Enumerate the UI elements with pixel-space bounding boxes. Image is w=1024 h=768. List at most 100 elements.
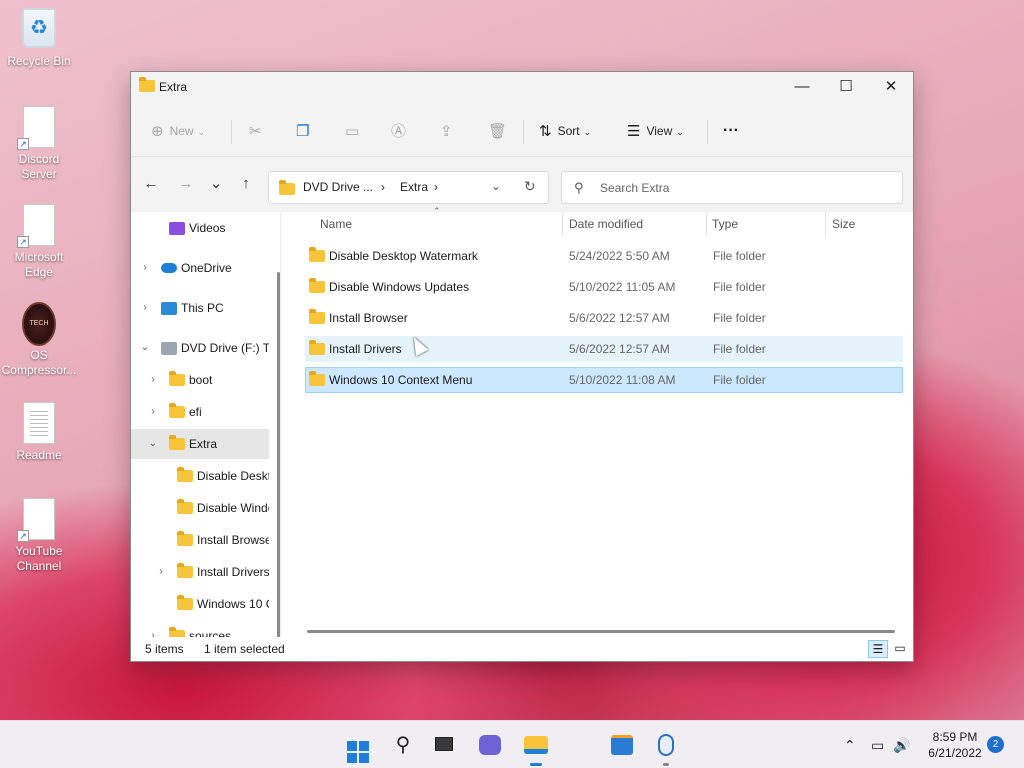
file-name: Install Browser xyxy=(329,311,408,325)
folder-icon xyxy=(169,435,185,450)
details-view-icon[interactable]: ☰ xyxy=(868,640,888,658)
nav-item-windows-10-context-menu[interactable]: Windows 10 Context Menu xyxy=(131,589,269,619)
nav-item-disable-desktop-watermark[interactable]: Disable Desktop Watermark xyxy=(131,461,269,491)
address-history-dropdown[interactable]: ⌄ xyxy=(491,179,501,193)
column-header-date[interactable]: Date modified xyxy=(569,212,643,236)
folder-icon xyxy=(309,371,325,386)
nav-item-videos[interactable]: Videos xyxy=(131,213,269,243)
network-icon[interactable]: ▭ xyxy=(871,721,884,768)
nav-item-dvd-drive[interactable]: ⌄ DVD Drive (F:) Tiny xyxy=(131,333,269,363)
file-row[interactable]: Disable Desktop Watermark 5/24/2022 5:50… xyxy=(305,243,903,269)
search-icon: ⚲ xyxy=(574,180,584,195)
refresh-button[interactable]: ↻ xyxy=(524,178,536,195)
file-row[interactable]: Windows 10 Context Menu 5/10/2022 11:08 … xyxy=(305,367,903,393)
monitor-icon xyxy=(161,302,177,315)
desktop-icon-discord-server[interactable]: ↗ Discord Server xyxy=(0,106,78,182)
rename-button[interactable]: Ⓐ xyxy=(391,116,412,146)
breadcrumb-separator[interactable]: › xyxy=(434,180,438,194)
desktop-icon-readme[interactable]: Readme xyxy=(0,402,78,463)
chevron-right-icon: › xyxy=(143,262,147,273)
chevron-right-icon: › xyxy=(143,302,147,313)
desktop-icon-label: Discord Server xyxy=(18,152,60,181)
app-taskbar-button[interactable] xyxy=(652,731,680,766)
desktop-icon-microsoft-edge[interactable]: ↗ Microsoft Edge xyxy=(0,204,78,280)
delete-button[interactable]: 🗑 xyxy=(488,116,513,146)
file-type: File folder xyxy=(713,342,766,356)
nav-item-efi[interactable]: › efi xyxy=(131,397,269,427)
folder-icon xyxy=(309,340,325,355)
breadcrumb-separator[interactable]: › xyxy=(381,180,385,194)
file-row[interactable]: Install Browser 5/6/2022 12:57 AM File f… xyxy=(305,305,903,331)
clock-date: 6/21/2022 xyxy=(928,746,982,760)
nav-item-boot[interactable]: › boot xyxy=(131,365,269,395)
recent-locations-button[interactable]: ⌄ xyxy=(204,171,228,197)
mouse-app-icon xyxy=(658,734,674,756)
nav-item-install-drivers[interactable]: › Install Drivers xyxy=(131,557,269,587)
chevron-down-icon: ⌄ xyxy=(197,127,206,137)
back-button[interactable]: ← xyxy=(139,171,163,197)
search-input[interactable] xyxy=(600,179,890,197)
chat-button[interactable] xyxy=(476,731,504,759)
cut-button[interactable]: ✂ xyxy=(249,116,268,146)
selection-count: 1 item selected xyxy=(204,642,285,656)
breadcrumb-dvd-drive[interactable]: DVD Drive ... xyxy=(303,180,373,194)
large-icons-view-icon[interactable]: ▭ xyxy=(890,640,910,658)
file-explorer-window: Extra — ☐ ✕ ⊕ New ⌄ ✂ ❐ ▭ Ⓐ ⇪ 🗑 ⇅ Sort ⌄ ☰ Vi… xyxy=(130,71,914,662)
file-row[interactable]: Install Drivers 5/6/2022 12:57 AM File f… xyxy=(305,336,903,362)
desktop-icon-recycle-bin[interactable]: ♻ Recycle Bin xyxy=(0,8,78,69)
search-box[interactable]: ⚲ xyxy=(561,171,903,204)
notification-badge[interactable]: 2 xyxy=(987,736,1004,753)
maximize-button[interactable]: ☐ xyxy=(823,72,869,102)
windows-logo-icon xyxy=(347,741,369,763)
toolbar-divider xyxy=(231,120,232,144)
up-button[interactable]: ↑ xyxy=(234,171,258,197)
shortcut-document-icon: ↗ xyxy=(17,204,57,248)
nav-item-onedrive[interactable]: › OneDrive xyxy=(131,253,269,283)
file-explorer-taskbar-button[interactable] xyxy=(522,731,550,766)
nav-item-this-pc[interactable]: › This PC xyxy=(131,293,269,323)
search-icon: ⚲ xyxy=(395,734,411,756)
task-view-button[interactable] xyxy=(430,731,458,759)
title-bar[interactable]: Extra — ☐ ✕ xyxy=(131,72,913,102)
column-header-size[interactable]: Size xyxy=(832,212,855,236)
address-bar[interactable]: DVD Drive ... › Extra › ⌄ ↻ xyxy=(268,171,549,204)
clock-time: 8:59 PM xyxy=(932,730,978,744)
new-button[interactable]: ⊕ New ⌄ xyxy=(151,116,205,146)
chat-icon xyxy=(479,735,501,755)
folder-icon xyxy=(177,563,193,578)
see-more-button[interactable]: ··· xyxy=(723,116,739,146)
desktop-icon-youtube-channel[interactable]: ↗ YouTube Channel xyxy=(0,498,78,574)
forward-button[interactable]: → xyxy=(174,171,198,197)
window-title: Extra xyxy=(159,80,188,94)
column-header-type[interactable]: Type xyxy=(712,212,738,236)
close-button[interactable]: ✕ xyxy=(868,72,914,102)
nav-item-disable-windows-updates[interactable]: Disable Windows Updates xyxy=(131,493,269,523)
running-indicator xyxy=(530,763,542,766)
start-button[interactable] xyxy=(344,731,372,763)
toolbar-divider xyxy=(523,120,524,144)
show-hidden-icons-button[interactable]: ⌃ xyxy=(844,721,856,768)
share-button[interactable]: ⇪ xyxy=(440,116,459,146)
file-list-scrollbar[interactable] xyxy=(307,630,895,633)
sort-button[interactable]: ⇅ Sort ⌄ xyxy=(539,116,591,146)
file-date: 5/6/2022 12:57 AM xyxy=(569,342,670,356)
minimize-button[interactable]: — xyxy=(779,72,825,102)
nav-item-install-browser[interactable]: Install Browser xyxy=(131,525,269,555)
breadcrumb-extra[interactable]: Extra xyxy=(400,180,428,194)
folder-icon xyxy=(177,499,193,514)
folder-icon xyxy=(177,531,193,546)
task-view-icon xyxy=(435,737,453,751)
copy-button[interactable]: ❐ xyxy=(296,116,315,146)
store-button[interactable] xyxy=(608,731,636,759)
system-clock[interactable]: 8:59 PM 6/21/2022 xyxy=(926,729,984,761)
search-button[interactable]: ⚲ xyxy=(389,731,417,759)
volume-icon[interactable]: 🔊 xyxy=(893,721,910,768)
paste-button[interactable]: ▭ xyxy=(345,116,365,146)
nav-item-extra[interactable]: ⌄ Extra xyxy=(131,429,269,459)
view-button[interactable]: ☰ View ⌄ xyxy=(627,116,684,146)
file-row[interactable]: Disable Windows Updates 5/10/2022 11:05 … xyxy=(305,274,903,300)
navigation-pane-scrollbar[interactable] xyxy=(277,272,280,647)
column-header-name[interactable]: Name xyxy=(320,212,352,236)
folder-icon xyxy=(309,309,325,324)
desktop-icon-os-compressor[interactable]: TECH OS Compressor... xyxy=(0,302,78,378)
